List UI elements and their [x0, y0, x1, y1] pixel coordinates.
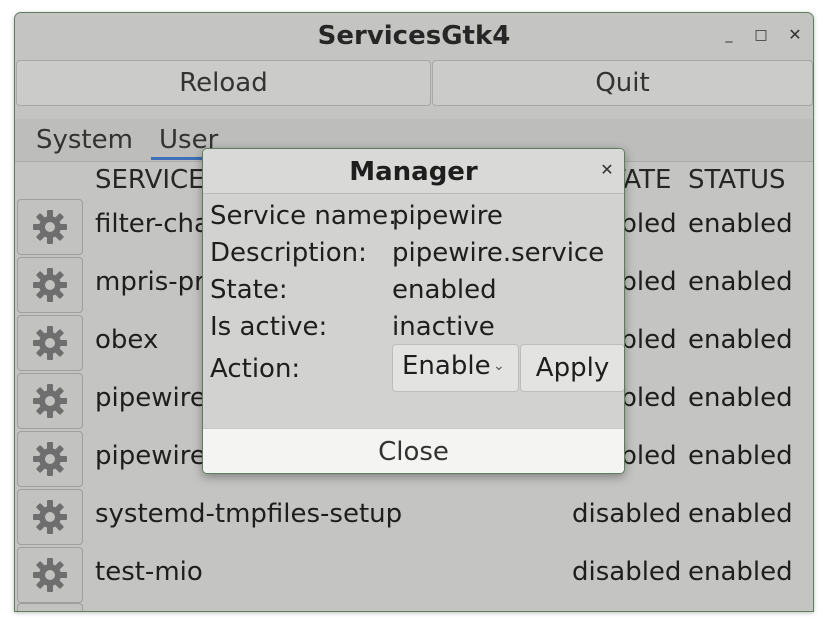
state-value: enabled: [392, 275, 497, 305]
manager-dialog: Manager ✕ Service name: pipewire Descrip…: [202, 148, 625, 474]
service-status: enabled: [688, 499, 793, 529]
action-selected-value: Enable: [402, 351, 491, 381]
table-row: test-mio disabled enabled: [15, 547, 813, 605]
manage-button[interactable]: [17, 199, 83, 255]
service-name-label: Service name:: [210, 201, 397, 231]
table-row: systemd-tmpfiles-setup disabled enabled: [15, 489, 813, 547]
manage-button[interactable]: [17, 373, 83, 429]
window-close-button[interactable]: ✕: [784, 24, 806, 46]
description-value: pipewire.service: [392, 238, 605, 268]
service-status: enabled: [688, 267, 793, 297]
service-state: disabled: [572, 499, 682, 529]
gear-icon: [33, 384, 67, 418]
service-state: disabled: [572, 557, 682, 587]
service-name: obex: [95, 325, 159, 355]
title-bar[interactable]: ServicesGtk4 _ □ ✕: [15, 13, 813, 59]
is-active-label: Is active:: [210, 312, 328, 342]
window-title: ServicesGtk4: [317, 21, 511, 51]
reload-button[interactable]: Reload: [16, 60, 431, 106]
service-name: test-mio: [95, 557, 203, 587]
dialog-close-button[interactable]: Close: [203, 428, 624, 473]
service-name: pipewire: [95, 383, 206, 413]
partial-manage-button[interactable]: [17, 603, 83, 611]
action-dropdown[interactable]: Enable ⌄: [392, 344, 519, 392]
chevron-down-icon: ⌄: [493, 358, 505, 374]
manage-button[interactable]: [17, 489, 83, 545]
manage-button[interactable]: [17, 315, 83, 371]
gear-icon: [33, 326, 67, 360]
action-label: Action:: [210, 354, 301, 384]
service-status: enabled: [688, 441, 793, 471]
service-name-value: pipewire: [392, 201, 503, 231]
dialog-title-bar[interactable]: Manager ✕: [203, 149, 624, 194]
service-status: enabled: [688, 209, 793, 239]
header-status[interactable]: STATUS: [688, 165, 786, 195]
service-status: enabled: [688, 383, 793, 413]
service-status: enabled: [688, 325, 793, 355]
gear-icon: [33, 558, 67, 592]
service-name: systemd-tmpfiles-setup: [95, 499, 403, 529]
maximize-button[interactable]: □: [750, 24, 772, 46]
description-label: Description:: [210, 238, 367, 268]
service-status: enabled: [688, 557, 793, 587]
manage-button[interactable]: [17, 257, 83, 313]
gear-icon: [33, 442, 67, 476]
manage-button[interactable]: [17, 547, 83, 603]
gear-icon: [33, 500, 67, 534]
gear-icon: [33, 268, 67, 302]
tab-system[interactable]: System: [28, 123, 141, 157]
gear-icon: [33, 210, 67, 244]
manage-button[interactable]: [17, 431, 83, 487]
quit-button[interactable]: Quit: [432, 60, 813, 106]
apply-button[interactable]: Apply: [520, 344, 624, 392]
is-active-value: inactive: [392, 312, 495, 342]
state-label: State:: [210, 275, 288, 305]
dialog-title: Manager: [349, 157, 478, 187]
dialog-close-icon[interactable]: ✕: [597, 160, 617, 180]
header-service[interactable]: SERVICE: [95, 165, 205, 195]
minimize-button[interactable]: _: [718, 24, 740, 46]
